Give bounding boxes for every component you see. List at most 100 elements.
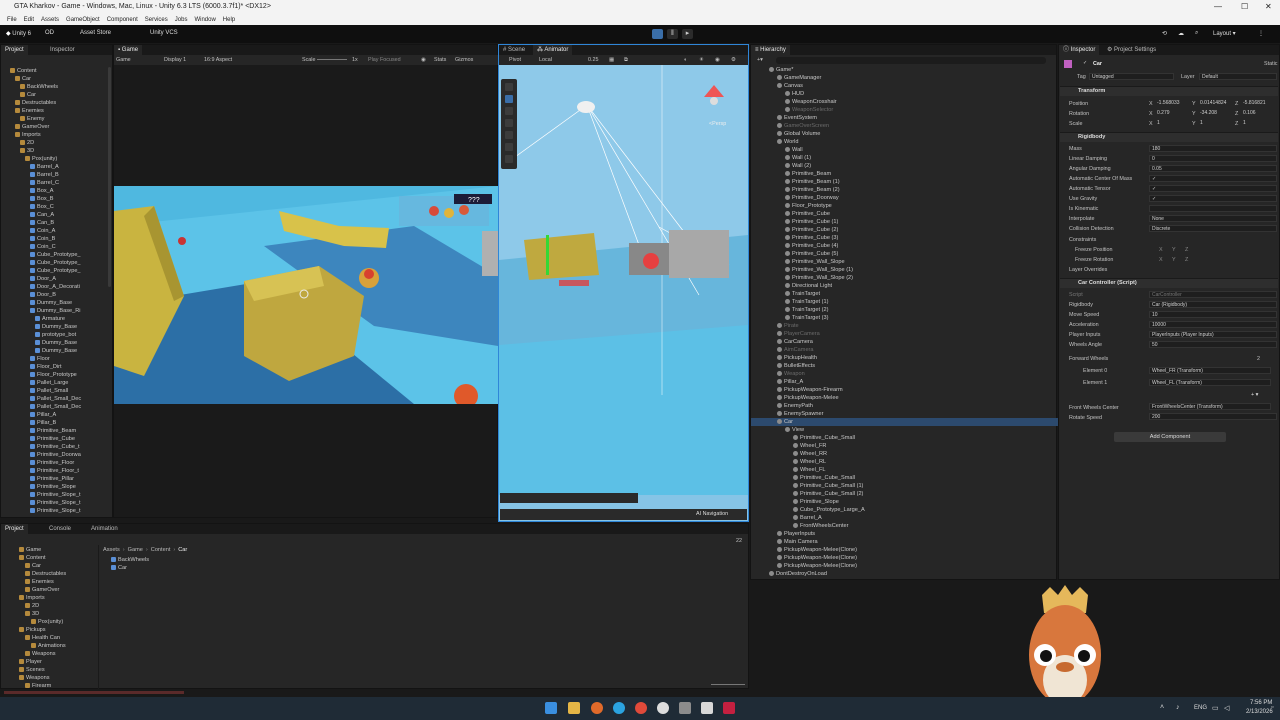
project-tree-item[interactable]: Floor_Dirt [30,363,62,371]
tab-project-bottom[interactable]: Project [1,524,28,534]
telegram-icon[interactable] [613,702,625,714]
car-controller-field-value[interactable]: 10000 [1149,321,1277,328]
hierarchy-item[interactable]: Primitive_Cube (2) [785,226,838,234]
project-tree-item[interactable]: BackWheels [20,83,58,91]
hierarchy-item[interactable]: PickupWeapon-Melee [777,394,839,402]
rigidbody-field-value[interactable]: Discrete [1149,225,1277,232]
hierarchy-item[interactable]: Wheel_RL [793,458,826,466]
hierarchy-item[interactable]: Primitive_Wall_Slope (2) [785,274,853,282]
hierarchy-item[interactable]: Directional Light [785,282,832,290]
file-explorer-icon[interactable] [568,702,580,714]
project-tree-item[interactable]: 2D [20,139,34,147]
asset-item[interactable]: BackWheels [111,556,149,564]
play-focused-dropdown-label[interactable]: Play Focused [368,57,401,63]
project-tree-item[interactable]: Floor_Prototype [30,371,77,379]
freeze-position-y[interactable]: Y [1172,247,1176,253]
project-tree-item[interactable]: Pallet_Small_Dec [30,403,81,411]
project-tree-item[interactable]: Primitive_Slope [30,483,76,491]
hierarchy-item[interactable]: WeaponCrosshair [785,98,837,106]
rigidbody-field-value[interactable] [1149,205,1277,212]
project-tree-item[interactable]: Cube_Prototype_ [30,259,81,267]
rect-tool-icon[interactable] [505,131,513,139]
project-tree-item[interactable]: Dummy_Base [35,347,77,355]
icon-size-slider[interactable] [711,684,745,685]
project-tree-item[interactable]: Enemy [20,115,44,123]
error-message[interactable] [4,691,184,694]
scale-tool-icon[interactable] [505,119,513,127]
account-button[interactable]: ◆ Unity 6 [6,30,31,37]
freeze-position-x[interactable]: X [1159,247,1163,253]
hierarchy-item[interactable]: TrainTarget [785,290,820,298]
hierarchy-item[interactable]: Primitive_Cube_Small [793,474,855,482]
project-tree-item[interactable]: Dummy_Base [30,299,72,307]
scale-y-field[interactable]: 1 [1198,120,1234,127]
hierarchy-item[interactable]: Wheel_FL [793,466,826,474]
scene-render[interactable] [499,65,748,495]
hierarchy-item[interactable]: Wheel_FR [793,442,826,450]
project-tree-item[interactable]: Door_A [30,275,56,283]
static-toggle[interactable]: Static [1264,61,1277,67]
position-x-field[interactable]: -1.568033 [1155,100,1191,107]
forward-wheels-label[interactable]: Forward Wheels [1069,356,1108,362]
hierarchy-search-input[interactable] [776,57,1046,64]
project-folder-item[interactable]: Player [19,658,42,666]
rotation-z-field[interactable]: 0.106 [1241,110,1277,117]
tab-scene[interactable]: # Scene [499,45,529,55]
mute-icon[interactable]: ◉ [421,57,426,63]
close-icon[interactable]: ✕ [1265,2,1272,11]
project-tree-item[interactable]: Door_B [30,291,56,299]
tab-inspector-right[interactable]: ⓘ Inspector [1059,45,1100,55]
breadcrumb-item[interactable]: Assets [103,547,120,553]
hierarchy-item[interactable]: AimCamera [777,346,814,354]
chevron-up-icon[interactable]: ˄ [1160,704,1164,711]
hierarchy-item[interactable]: Primitive_Wall_Slope (1) [785,266,853,274]
clock-time[interactable]: 7:56 PM [1250,700,1272,706]
transform-tool-icon[interactable] [505,143,513,151]
tag-dropdown[interactable]: Untagged [1089,73,1174,80]
hierarchy-item[interactable]: World [777,138,799,146]
project-tree-item[interactable]: Destructables [15,99,56,107]
project-folder-item[interactable]: Game [19,546,41,554]
forward-wheels-count[interactable]: 2 [1257,356,1260,362]
project-folder-item[interactable]: Enemies [25,578,54,586]
hierarchy-item[interactable]: Primitive_Cube [785,210,830,218]
settings-icon[interactable] [679,702,691,714]
game-mode-dropdown[interactable]: Game [116,57,131,63]
rotate-tool-icon[interactable] [505,107,513,115]
gizmo-dropdown[interactable]: ⚙ [731,57,736,63]
car-controller-field-value[interactable]: Car (Rigidbody) [1149,301,1277,308]
hierarchy-item[interactable]: CarCamera [777,338,813,346]
project-tree-item[interactable]: Cube_Prototype_ [30,251,81,259]
hierarchy-item[interactable]: GameOverScreen [777,122,829,130]
project-tree-item[interactable]: Floor [30,355,50,363]
breadcrumb-item[interactable]: Car [178,547,187,553]
tab-console[interactable]: Console [45,524,75,534]
tab-animation[interactable]: Animation [87,524,122,534]
asset-item[interactable]: Car [111,564,127,572]
position-z-field[interactable]: -5.816821 [1241,100,1277,107]
hierarchy-item[interactable]: Barrel_A [793,514,822,522]
hierarchy-item[interactable]: TrainTarget (2) [785,306,828,314]
cloud-icon[interactable]: ☁ [1178,30,1184,37]
clock-date[interactable]: 2/13/2026 [1246,709,1273,715]
project-tree-item[interactable]: Armature [35,315,65,323]
project-tree-item[interactable]: Car [20,91,36,99]
hierarchy-item[interactable]: Wheel_RR [793,450,827,458]
aspect-dropdown[interactable]: 16:9 Aspect [204,57,232,63]
tab-animator[interactable]: ⁂ Animator [533,45,573,55]
hierarchy-item[interactable]: View [785,426,804,434]
splitter[interactable] [98,545,99,690]
freeze-rotation-z[interactable]: Z [1185,257,1188,263]
pivot-dropdown[interactable]: Pivot [509,57,521,63]
hierarchy-item[interactable]: PickupWeapon-Melee(Clone) [777,554,857,562]
add-component-button[interactable]: Add Component [1114,432,1226,442]
hierarchy-item[interactable]: Primitive_Beam (2) [785,186,840,194]
project-tree-item[interactable]: Box_C [30,203,54,211]
rider-icon[interactable] [723,702,735,714]
tab-hierarchy[interactable]: ≡ Hierarchy [751,45,790,55]
project-tree-item[interactable]: Primitive_Floor_t [30,467,79,475]
project-tree-item[interactable]: Primitive_Doorwa [30,451,81,459]
project-tree-item[interactable]: Can_A [30,211,54,219]
project-folder-item[interactable]: Imports [19,594,45,602]
rigidbody-field-value[interactable]: 180 [1149,145,1277,152]
